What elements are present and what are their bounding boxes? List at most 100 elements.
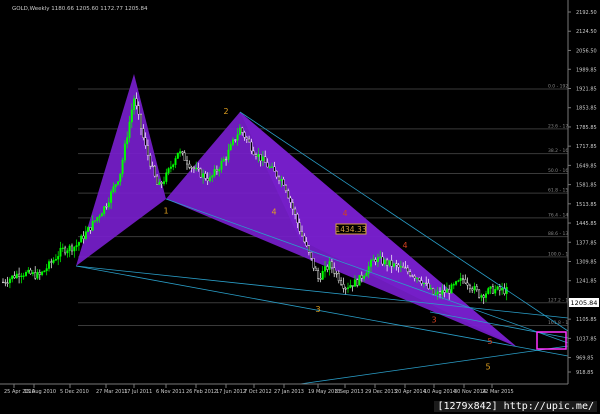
candle-body — [75, 245, 78, 248]
candle-body — [418, 277, 421, 281]
candle-body — [43, 270, 46, 273]
time-tick-label: 8 Sep 2013 — [335, 389, 364, 395]
pattern-point-label: 2 — [223, 107, 228, 116]
candle-body — [220, 161, 223, 170]
candle-body — [179, 151, 182, 154]
candle-body — [107, 202, 110, 208]
candle-body — [372, 259, 375, 261]
candle-body — [409, 271, 412, 276]
candle-body — [185, 160, 188, 165]
candle-body — [273, 166, 276, 172]
candle-body — [397, 264, 400, 268]
candle-body — [489, 286, 492, 289]
candle-body — [50, 261, 53, 263]
candle-body — [349, 285, 352, 288]
candle-body — [404, 267, 407, 269]
candle-body — [471, 288, 474, 291]
candle-body — [284, 184, 287, 192]
time-tick-label: 7 Oct 2012 — [244, 389, 272, 395]
candle-body — [294, 208, 297, 215]
candle-body — [487, 288, 490, 294]
candle-body — [326, 266, 329, 270]
time-tick-label: 29 Dec 2013 — [365, 389, 397, 395]
candle-body — [402, 266, 405, 268]
candle-body — [298, 222, 301, 232]
candle-body — [77, 242, 80, 246]
candle-body — [305, 241, 308, 246]
candle-body — [475, 286, 478, 291]
candle-body — [227, 149, 230, 160]
candle-body — [312, 258, 315, 269]
candle-body — [501, 288, 504, 291]
candle-body — [347, 287, 350, 289]
candle-body — [434, 293, 437, 295]
candle-body — [130, 109, 133, 123]
pattern-point-label: 3 — [315, 305, 320, 314]
pattern-point-label: 1 — [163, 206, 168, 215]
candle-body — [139, 113, 142, 129]
candle-body — [144, 137, 147, 146]
price-tick-label: 1037.85 — [576, 336, 597, 342]
current-price-value: 1205.84 — [571, 299, 598, 307]
candle-body — [68, 245, 71, 251]
price-tick-label: 2192.50 — [576, 10, 597, 16]
candle-body — [379, 256, 382, 258]
candle-body — [195, 167, 198, 170]
candle-body — [360, 275, 363, 279]
candle-body — [245, 137, 248, 140]
candle-body — [351, 285, 354, 287]
candle-body — [112, 186, 115, 192]
candle-body — [445, 288, 448, 293]
candle-body — [29, 269, 32, 275]
candle-body — [480, 295, 483, 298]
time-tick-label: 22 Mar 2015 — [482, 389, 514, 395]
candle-body — [383, 259, 386, 265]
time-tick-label: 26 Feb 2012 — [186, 389, 217, 395]
pattern-point-label: 4 — [342, 209, 347, 218]
candle-body — [254, 154, 257, 157]
candle-body — [248, 138, 251, 143]
candle-body — [328, 261, 331, 270]
candle-body — [36, 271, 39, 279]
candle-body — [261, 156, 264, 162]
candle-body — [289, 197, 292, 203]
candle-body — [386, 259, 389, 266]
price-tick-label: 969.85 — [576, 356, 594, 362]
candle-body — [128, 121, 131, 138]
candle-body — [278, 176, 281, 181]
candle-body — [167, 168, 170, 173]
candle-body — [287, 190, 290, 199]
candle-body — [121, 159, 124, 174]
candle-body — [250, 141, 253, 152]
candle-body — [321, 271, 324, 280]
trendline[interactable] — [299, 345, 569, 385]
time-tick-label: 5 Dec 2010 — [60, 389, 89, 395]
candle-body — [149, 155, 152, 167]
candle-body — [215, 169, 218, 172]
pattern-point-label: 4 — [402, 241, 407, 250]
candle-body — [358, 275, 361, 286]
candle-body — [225, 158, 228, 161]
candle-body — [307, 245, 310, 253]
candle-body — [57, 256, 60, 260]
candle-body — [18, 273, 21, 278]
price-tick-label: 2056.50 — [576, 48, 597, 54]
candle-body — [61, 247, 64, 249]
candle-body — [172, 164, 175, 168]
candle-body — [340, 280, 343, 285]
time-tick-label: 20 Apr 2014 — [395, 389, 426, 395]
candle-body — [116, 181, 119, 185]
candle-body — [257, 154, 260, 157]
pattern-point-label: 4 — [271, 208, 276, 217]
candle-body — [482, 295, 485, 298]
candle-body — [146, 145, 149, 156]
candle-body — [64, 247, 67, 254]
candle-body — [54, 259, 57, 261]
candle-body — [91, 220, 94, 231]
candle-body — [374, 259, 377, 262]
candle-body — [38, 271, 41, 275]
candle-body — [211, 175, 214, 178]
candle-body — [498, 286, 501, 291]
candle-body — [20, 275, 23, 278]
price-chart[interactable]: 0.0 - 1920.0023.6 - 1779.1038.2 - 1691.4… — [0, 0, 600, 414]
